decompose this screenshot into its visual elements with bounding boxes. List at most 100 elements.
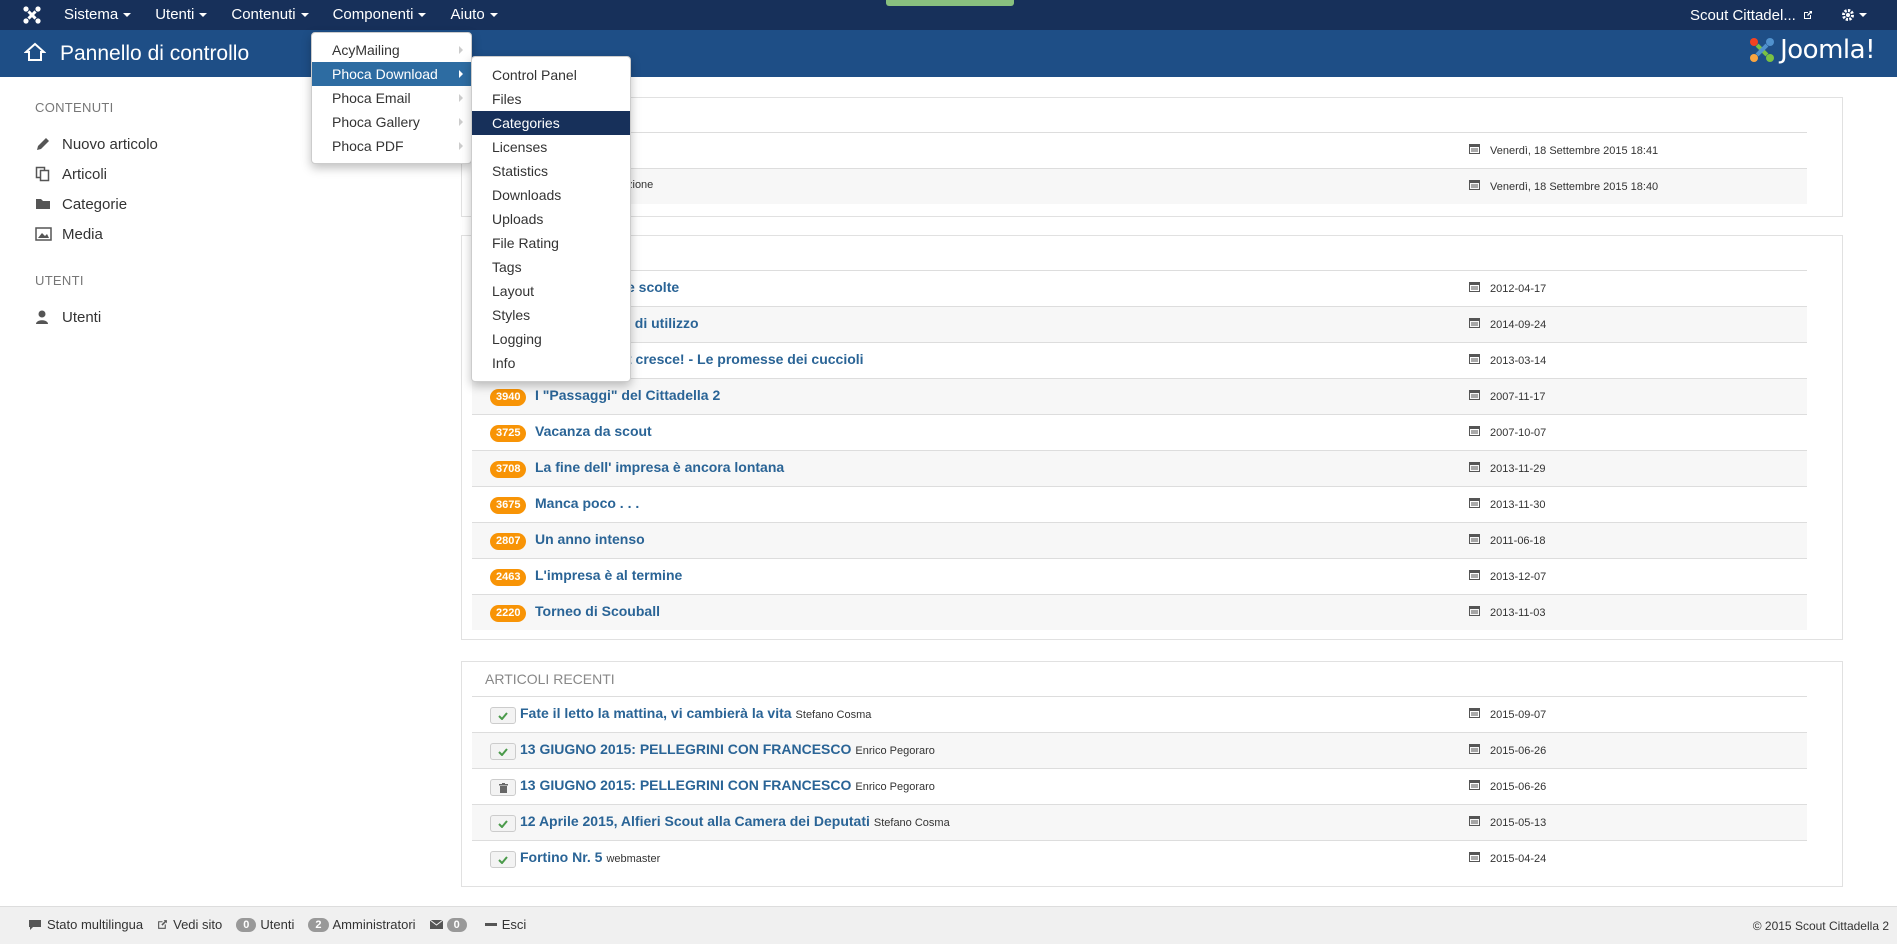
article-link[interactable]: Manca poco . . .: [535, 495, 639, 511]
submenu-item-logging[interactable]: Logging: [472, 327, 630, 351]
pencil-icon: [35, 136, 62, 152]
sidebar-item-utenti[interactable]: Utenti: [35, 302, 335, 332]
sidebar-item-nuovo-articolo[interactable]: Nuovo articolo: [35, 129, 335, 159]
submenu-item-styles[interactable]: Styles: [472, 303, 630, 327]
view-site-link[interactable]: Scout Cittadel...: [1690, 7, 1813, 24]
logout-link[interactable]: Esci: [484, 917, 527, 932]
calendar-icon: [1469, 852, 1480, 865]
submenu-item-control-panel[interactable]: Control Panel: [472, 63, 630, 87]
logout-label: Esci: [501, 917, 527, 932]
admins-online-link[interactable]: 2 Amministratori: [308, 917, 416, 932]
chevron-right-icon: [459, 46, 463, 54]
article-link[interactable]: 12 Aprile 2015, Alfieri Scout alla Camer…: [520, 813, 950, 829]
sidebar-item-media[interactable]: Media: [35, 219, 335, 249]
messages-link[interactable]: 0: [429, 917, 471, 932]
article-link[interactable]: I "Passaggi" del Cittadella 2: [535, 387, 720, 403]
menu-item-acymailing[interactable]: AcyMailing: [312, 38, 471, 62]
user-menu-button[interactable]: [1841, 8, 1867, 22]
submenu-item-files[interactable]: Files: [472, 87, 630, 111]
calendar-icon: [1469, 354, 1480, 367]
article-author: Stefano Cosma: [795, 709, 872, 721]
sidebar-section-contenuti: CONTENUTI: [35, 100, 114, 115]
menu-componenti[interactable]: Componenti: [321, 0, 439, 30]
article-link[interactable]: L'impresa è al termine: [535, 567, 682, 583]
row-date: 2013-03-14: [1469, 354, 1546, 367]
table-row: Fortino Nr. 5 webmaster 2015-04-24: [472, 840, 1807, 876]
date-text: 2013-11-30: [1490, 498, 1546, 511]
row-date: 2012-04-17: [1469, 282, 1546, 295]
published-status-button[interactable]: [490, 707, 516, 724]
calendar-icon: [1469, 816, 1480, 829]
date-text: 2013-11-03: [1490, 606, 1546, 619]
message-tab[interactable]: [886, 0, 1014, 6]
menu-label: Sistema: [64, 6, 119, 23]
menu-utenti[interactable]: Utenti: [143, 0, 219, 30]
menu-label: Componenti: [332, 6, 414, 23]
article-link[interactable]: Fate il letto la mattina, vi cambierà la…: [520, 705, 871, 721]
article-link[interactable]: Fortino Nr. 5 webmaster: [520, 849, 660, 865]
article-link[interactable]: e scolte: [627, 279, 679, 295]
trashed-status-button[interactable]: [490, 779, 516, 796]
row-date: 2015-09-07: [1469, 708, 1546, 721]
users-online-link[interactable]: 0 Utenti: [236, 917, 294, 932]
calendar-icon: [1469, 282, 1480, 295]
table-row: 3708 La fine dell' impresa è ancora lont…: [472, 450, 1807, 486]
comment-icon: [29, 919, 41, 930]
published-status-button[interactable]: [490, 851, 516, 868]
submenu-item-info[interactable]: Info: [472, 351, 630, 375]
article-link[interactable]: Un anno intenso: [535, 531, 645, 547]
article-link[interactable]: La fine dell' impresa è ancora lontana: [535, 459, 784, 475]
check-icon: [498, 711, 508, 720]
submenu-item-layout[interactable]: Layout: [472, 279, 630, 303]
submenu-item-statistics[interactable]: Statistics: [472, 159, 630, 183]
article-link[interactable]: 13 GIUGNO 2015: PELLEGRINI CON FRANCESCO…: [520, 741, 935, 757]
view-site-footer-link[interactable]: Vedi sito: [157, 917, 222, 932]
submenu-item-categories[interactable]: Categories: [472, 111, 630, 135]
menu-item-phoca-email[interactable]: Phoca Email: [312, 86, 471, 110]
submenu-item-downloads[interactable]: Downloads: [472, 183, 630, 207]
panel-header: [462, 98, 1842, 132]
components-dropdown: AcyMailing Phoca Download Phoca Email Ph…: [311, 32, 472, 164]
date-text: 2015-05-13: [1490, 816, 1547, 829]
hits-badge: 2220: [490, 605, 527, 622]
sidebar-item-articoli[interactable]: Articoli: [35, 159, 335, 189]
article-title: Fortino Nr. 5: [520, 849, 603, 865]
article-link[interactable]: t cresce! - Le promesse dei cuccioli: [627, 351, 864, 367]
calendar-icon: [1469, 708, 1480, 721]
table-row: t cresce! - Le promesse dei cuccioli 201…: [472, 342, 1807, 378]
menu-item-phoca-pdf[interactable]: Phoca PDF: [312, 134, 471, 158]
menu-item-phoca-gallery[interactable]: Phoca Gallery: [312, 110, 471, 134]
submenu-item-licenses[interactable]: Licenses: [472, 135, 630, 159]
published-status-button[interactable]: [490, 743, 516, 760]
published-status-button[interactable]: [490, 815, 516, 832]
multilang-status-link[interactable]: Stato multilingua: [28, 917, 143, 932]
row-date: 2007-10-07: [1469, 426, 1546, 439]
article-link[interactable]: Torneo di Scouball: [535, 603, 660, 619]
row-date: 2015-05-13: [1469, 816, 1546, 829]
submenu-item-uploads[interactable]: Uploads: [472, 207, 630, 231]
caret-down-icon: [199, 13, 208, 18]
submenu-item-file-rating[interactable]: File Rating: [472, 231, 630, 255]
sidebar-item-categorie[interactable]: Categorie: [35, 189, 335, 219]
view-site-label: Vedi sito: [173, 917, 223, 932]
menu-contenuti[interactable]: Contenuti: [219, 0, 320, 30]
article-title: 13 GIUGNO 2015: PELLEGRINI CON FRANCESCO: [520, 777, 852, 793]
footer-left: Stato multilingua Vedi sito 0 Utenti 2 A…: [28, 917, 540, 932]
row-date: 2013-11-03: [1469, 606, 1545, 619]
article-title: 13 GIUGNO 2015: PELLEGRINI CON FRANCESCO: [520, 741, 852, 757]
joomla-logo-icon[interactable]: [22, 5, 42, 25]
table-row: 3725 Vacanza da scout 2007-10-07: [472, 414, 1807, 450]
article-link[interactable]: Vacanza da scout: [535, 423, 652, 439]
panel-header: ARTICOLI RECENTI: [485, 671, 615, 687]
article-author: Stefano Cosma: [873, 817, 950, 829]
menu-item-phoca-download[interactable]: Phoca Download: [312, 62, 471, 86]
menu-aiuto[interactable]: Aiuto: [438, 0, 509, 30]
menu-sistema[interactable]: Sistema: [52, 0, 143, 30]
table-row: zione Venerdì, 18 Settembre 2015 18:40: [472, 168, 1807, 204]
article-link[interactable]: i di utilizzo: [627, 315, 699, 331]
phoca-download-submenu: Control Panel Files Categories Licenses …: [471, 56, 631, 382]
menu-label: Contenuti: [231, 6, 296, 23]
article-link[interactable]: 13 GIUGNO 2015: PELLEGRINI CON FRANCESCO…: [520, 777, 935, 793]
messages-count-badge: 0: [446, 917, 467, 932]
submenu-item-tags[interactable]: Tags: [472, 255, 630, 279]
